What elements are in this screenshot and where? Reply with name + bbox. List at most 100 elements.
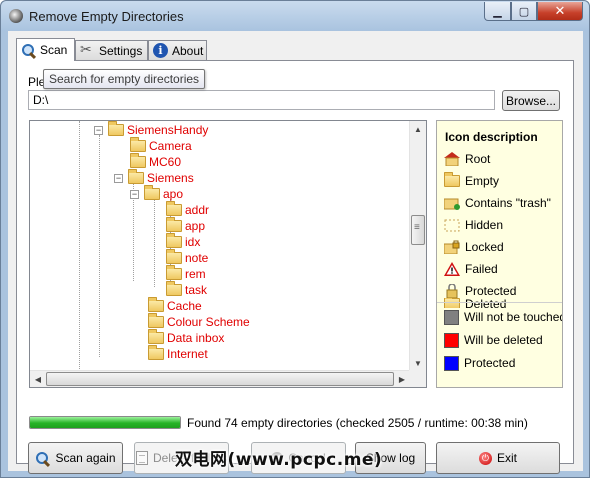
- vertical-scroll-thumb[interactable]: [411, 215, 425, 245]
- locked-folder-icon: [443, 240, 460, 255]
- horizontal-scroll-thumb[interactable]: [46, 372, 394, 386]
- legend-item-label: Contains "trash": [465, 196, 551, 210]
- tree-item[interactable]: − apo: [130, 185, 183, 202]
- close-button[interactable]: ✕: [537, 2, 583, 21]
- empty-folder-icon: [166, 265, 182, 280]
- scan-again-button[interactable]: Scan again: [28, 442, 123, 474]
- legend-item: Failed: [444, 260, 498, 278]
- legend-item: Contains "trash": [443, 194, 551, 212]
- legend-item: Locked: [443, 238, 504, 256]
- maximize-button[interactable]: ▢: [511, 2, 537, 21]
- legend-item-label: Protected: [465, 284, 517, 298]
- progress-fill: [30, 417, 180, 428]
- tree-item[interactable]: − SiemensHandy: [94, 121, 208, 138]
- tree-item-label: Internet: [167, 347, 208, 361]
- empty-folder-icon: [144, 185, 160, 200]
- root-folder-icon: [444, 152, 460, 167]
- tree-item[interactable]: rem: [166, 265, 206, 282]
- icon-legend: Icon description Root Empty Contains "tr…: [436, 120, 563, 388]
- scroll-right-icon[interactable]: ▶: [394, 371, 410, 387]
- warning-icon: [444, 262, 460, 276]
- tree-item-label: rem: [185, 267, 206, 281]
- client-area: Scan Settings i About Ple Search for emp…: [8, 31, 583, 474]
- scan-again-label: Scan again: [55, 451, 116, 465]
- tree-item-label: MC60: [149, 155, 182, 169]
- scan-progress-bar: [29, 416, 181, 429]
- power-icon: ⏻: [478, 451, 492, 465]
- legend-color-item: Will not be touched: [444, 308, 562, 326]
- legend-color-item: Protected: [444, 354, 515, 372]
- tree-item[interactable]: Cache: [148, 297, 202, 314]
- empty-folder-icon: [148, 313, 164, 328]
- tree-line: [154, 199, 155, 287]
- empty-folder-icon: [444, 172, 460, 187]
- tree-item[interactable]: note: [166, 249, 209, 266]
- deleted-folder-icon: [444, 298, 460, 308]
- empty-folder-icon: [148, 345, 164, 360]
- legend-separator: [437, 302, 562, 303]
- tab-scan[interactable]: Scan: [16, 38, 75, 61]
- empty-folder-icon: [166, 233, 182, 248]
- tree-item[interactable]: Colour Scheme: [148, 313, 250, 330]
- legend-title: Icon description: [445, 130, 538, 144]
- legend-item-label: Empty: [465, 174, 500, 188]
- tree-vertical-scrollbar[interactable]: ▲ ▼: [409, 121, 426, 371]
- empty-folder-icon: [130, 153, 146, 168]
- collapse-icon[interactable]: −: [94, 125, 103, 135]
- tree-item-label: Cache: [167, 299, 202, 313]
- scan-status-text: Found 74 empty directories (checked 2505…: [187, 416, 528, 430]
- directory-tree[interactable]: − SiemensHandy Camera MC60 − Siemens − a…: [29, 120, 427, 388]
- tree-item[interactable]: Internet: [148, 345, 208, 362]
- empty-folder-icon: [148, 329, 164, 344]
- tree-item[interactable]: app: [166, 217, 205, 234]
- scroll-up-icon[interactable]: ▲: [410, 121, 426, 137]
- tab-settings[interactable]: Settings: [75, 40, 148, 60]
- legend-color-item: Will be deleted: [444, 331, 543, 349]
- tree-line: [79, 121, 80, 371]
- empty-folder-icon: [108, 121, 124, 136]
- tree-item[interactable]: task: [166, 281, 208, 298]
- tree-item[interactable]: idx: [166, 233, 200, 250]
- legend-item-label: Locked: [465, 240, 504, 254]
- minimize-button[interactable]: ▁: [484, 2, 511, 21]
- legend-item-label: Deleted: [465, 298, 507, 308]
- legend-item-label: Root: [465, 152, 491, 166]
- window-title: Remove Empty Directories: [29, 9, 184, 24]
- legend-item-label: Failed: [465, 262, 498, 276]
- trash-folder-icon: [443, 196, 460, 210]
- minimize-icon: ▁: [493, 5, 502, 18]
- browse-button[interactable]: Browse...: [502, 90, 560, 111]
- tree-item[interactable]: − Siemens: [114, 169, 194, 186]
- document-icon: [135, 451, 148, 465]
- collapse-icon[interactable]: −: [130, 189, 139, 199]
- empty-folder-icon: [130, 137, 146, 152]
- tree-item-label: Camera: [149, 139, 192, 153]
- empty-folder-icon: [128, 169, 144, 184]
- empty-folder-icon: [166, 201, 182, 216]
- scroll-down-icon[interactable]: ▼: [410, 355, 426, 371]
- magnifier-icon: [21, 43, 36, 58]
- tree-horizontal-scrollbar[interactable]: ◀ ▶: [30, 370, 410, 387]
- scan-tooltip: Search for empty directories: [43, 69, 206, 89]
- tree-item[interactable]: Data inbox: [148, 329, 225, 346]
- scroll-left-icon[interactable]: ◀: [30, 371, 46, 387]
- title-bar[interactable]: Remove Empty Directories ▁ ▢ ✕: [1, 1, 589, 31]
- collapse-icon[interactable]: −: [114, 173, 123, 183]
- exit-button[interactable]: ⏻ Exit: [436, 442, 560, 474]
- tab-scan-label: Scan: [40, 43, 68, 57]
- tree-item-label: task: [185, 283, 208, 297]
- blue-swatch: [444, 355, 459, 371]
- gray-swatch: [444, 309, 459, 325]
- tree-item-label: addr: [185, 203, 210, 217]
- tree-item[interactable]: MC60: [130, 153, 182, 170]
- tree-item[interactable]: Camera: [130, 137, 192, 154]
- tree-item-label: note: [185, 251, 209, 265]
- app-icon: [9, 9, 23, 23]
- legend-item: Root: [444, 150, 490, 168]
- tree-item[interactable]: addr: [166, 201, 210, 218]
- tab-about[interactable]: i About: [148, 40, 207, 60]
- tree-item-label: Data inbox: [167, 331, 225, 345]
- path-input[interactable]: [28, 90, 495, 110]
- tab-settings-label: Settings: [99, 43, 143, 58]
- legend-color-label: Will be deleted: [464, 333, 543, 347]
